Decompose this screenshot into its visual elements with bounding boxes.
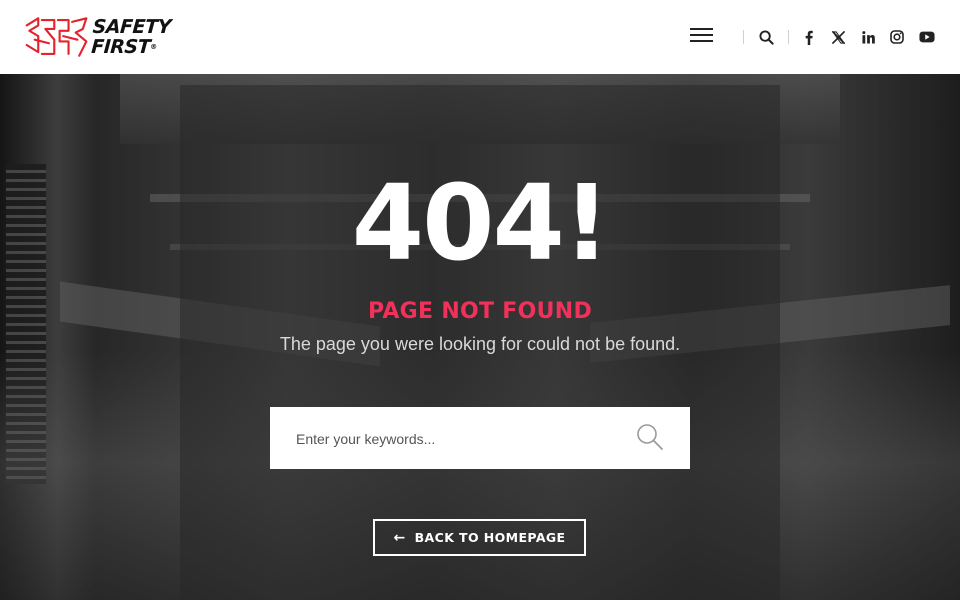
safety-first-logo-mark [25,17,88,57]
logo-wordmark: SAFETY FIRST® [90,16,172,58]
error-code: 404! [351,162,611,284]
search-input[interactable] [294,427,618,451]
logo-line-2: FIRST [90,36,151,58]
facebook-icon[interactable] [800,28,818,46]
search-submit-icon[interactable] [636,423,664,451]
site-header: SAFETY FIRST® [0,0,960,74]
youtube-icon[interactable] [918,28,936,46]
hero-background: 404! PAGE NOT FOUND The page you were lo… [0,74,960,600]
header-divider [743,30,744,44]
back-button-label: BACK TO HOMEPAGE [414,530,566,545]
linkedin-icon[interactable] [859,28,877,46]
search-icon[interactable] [757,28,775,46]
registered-mark: ® [149,43,157,51]
logo-line-1: SAFETY [91,16,172,38]
search-form [270,407,690,469]
menu-icon[interactable] [690,28,713,44]
x-twitter-icon[interactable] [829,28,847,46]
error-message: The page you were looking for could not … [279,334,681,354]
instagram-icon[interactable] [888,28,906,46]
header-divider [788,30,789,44]
back-to-homepage-button[interactable]: ← BACK TO HOMEPAGE [373,519,586,556]
error-title: PAGE NOT FOUND [367,299,593,324]
arrow-left-icon: ← [393,529,406,546]
site-logo[interactable]: SAFETY FIRST® [24,14,172,60]
